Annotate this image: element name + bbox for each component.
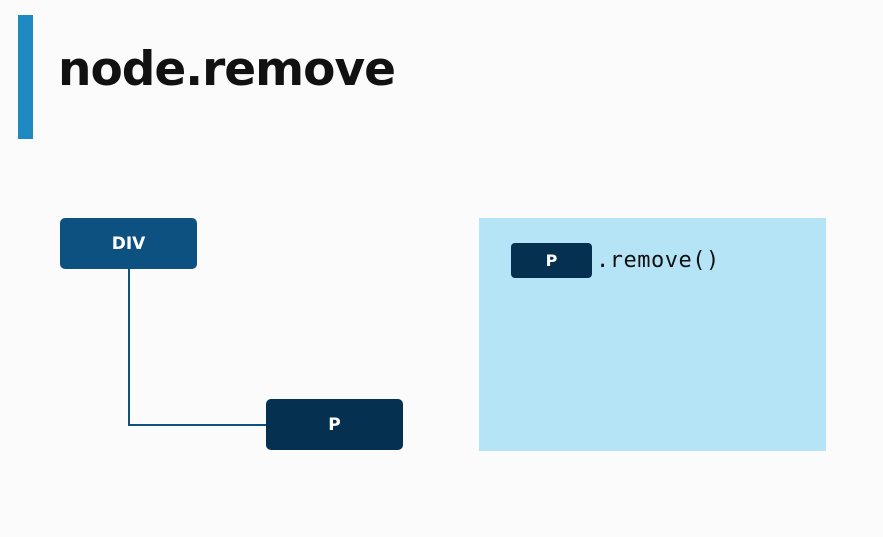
tree-node-p-label: P	[328, 414, 341, 435]
code-panel: P .remove()	[479, 218, 826, 451]
tree-connector-line	[128, 269, 266, 426]
tree-node-div: DIV	[60, 218, 197, 269]
code-method-call: .remove()	[596, 248, 720, 273]
code-node-chip-label: P	[545, 251, 558, 270]
tree-node-div-label: DIV	[111, 233, 146, 254]
tree-node-p: P	[266, 399, 403, 450]
code-line: P .remove()	[511, 243, 720, 278]
code-node-chip: P	[511, 243, 592, 278]
